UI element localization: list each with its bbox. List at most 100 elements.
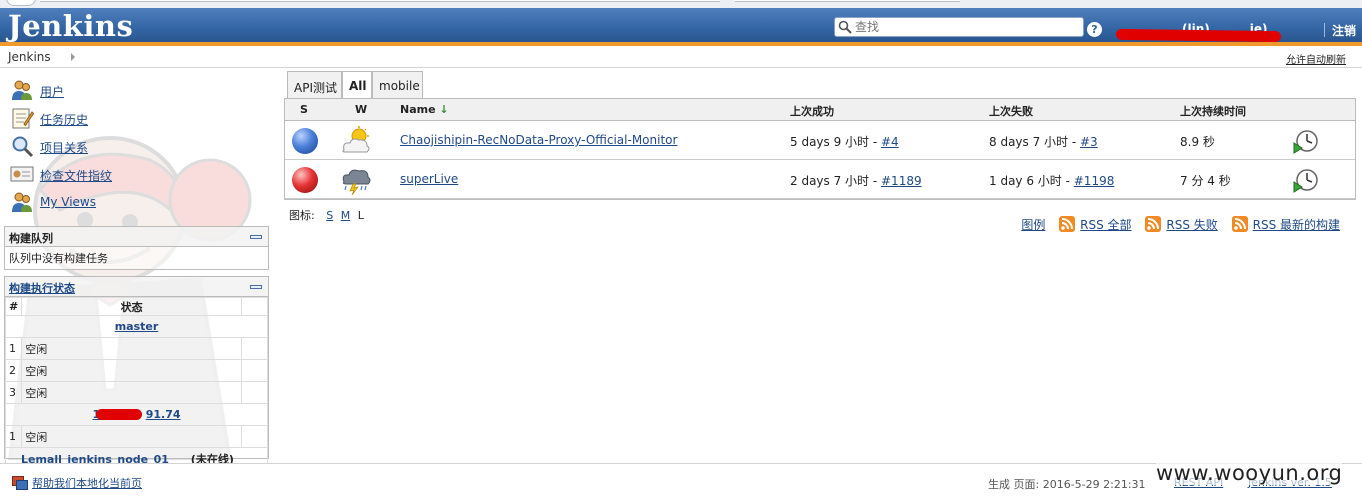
logout-link[interactable]: 注销 [1332, 22, 1356, 39]
search-icon [838, 20, 852, 34]
col-name-label: Name [400, 103, 436, 116]
col-last-success[interactable]: 上次成功 [790, 103, 834, 119]
redaction-mark [96, 409, 142, 420]
table-row: superLive 2 days 7 小时 - #1189 1 day 6 小时… [285, 160, 1355, 199]
build-link[interactable]: #3 [1080, 135, 1098, 149]
breadcrumb: Jenkins 允许自动刷新 [0, 46, 1362, 68]
sidebar-item-label[interactable]: My Views [40, 195, 96, 209]
sidebar-item-label[interactable]: 用户 [40, 83, 64, 100]
localize-link[interactable]: 帮助我们本地化当前页 [12, 475, 142, 491]
last-failure-text: 8 days 7 小时 - [989, 135, 1080, 149]
breadcrumb-arrow-icon[interactable] [71, 53, 75, 61]
sun-cloud-icon[interactable] [340, 126, 372, 156]
col-last-duration[interactable]: 上次持续时间 [1180, 103, 1246, 119]
last-duration: 8.9 秒 [1180, 135, 1215, 149]
last-success: 2 days 7 小时 - #1189 [790, 172, 922, 189]
rss-latest[interactable]: RSS 最新的构建 [1231, 216, 1340, 233]
rss-bar: 图例 RSS 全部 RSS 失败 RSS 最新的构建 [1021, 216, 1340, 233]
rss-failed[interactable]: RSS 失败 [1145, 216, 1218, 233]
sidebar-item-label[interactable]: 检查文件指纹 [40, 167, 112, 184]
search-icon [12, 136, 34, 158]
executors-title[interactable]: 构建执行状态 [9, 280, 75, 296]
executors-table: # 状态 master 1 空闲 2 空闲 3 空闲 1091.74 1 空闲 [4, 297, 268, 470]
col-status[interactable]: S [300, 103, 308, 116]
col-action [241, 297, 268, 316]
last-failure: 8 days 7 小时 - #3 [989, 133, 1098, 150]
last-success: 5 days 9 小时 - #4 [790, 133, 899, 150]
node-ip-right: 91.74 [145, 408, 181, 421]
node-master-link[interactable]: master [115, 320, 159, 333]
people-icon [12, 80, 32, 100]
storm-icon[interactable] [340, 165, 372, 195]
executors-header: 构建执行状态 [5, 277, 268, 297]
executor-num: 1 [4, 425, 23, 448]
schedule-build-clock-icon[interactable] [1293, 129, 1319, 155]
browser-search-bar[interactable] [735, 0, 960, 2]
search-input[interactable] [855, 19, 1080, 35]
redaction-mark [1115, 28, 1282, 43]
autorefresh-link[interactable]: 允许自动刷新 [1286, 51, 1346, 66]
browser-back-button[interactable] [6, 0, 36, 6]
col-weather[interactable]: W [355, 103, 367, 116]
legend-link[interactable]: 图例 [1021, 218, 1045, 232]
build-link[interactable]: #4 [881, 135, 899, 149]
notepad-icon [12, 108, 34, 129]
status-red-ball-icon[interactable] [292, 167, 318, 193]
build-queue-header: 构建队列 [5, 227, 268, 247]
rss-icon [1145, 216, 1162, 232]
jenkins-header: Jenkins ? (lin)ie) 注销 [0, 8, 1362, 46]
job-link[interactable]: Chaojishipin-RecNoData-Proxy-Official-Mo… [400, 133, 677, 147]
executor-status: 空闲 [21, 359, 242, 382]
browser-toolbar-strip [0, 0, 1362, 8]
sidebar-item-label[interactable]: 项目关系 [40, 139, 88, 156]
last-success-text: 5 days 9 小时 - [790, 135, 881, 149]
sort-arrow-icon: ↓ [439, 103, 449, 116]
breadcrumb-jenkins[interactable]: Jenkins [8, 50, 51, 64]
browser-address-bar[interactable] [40, 0, 720, 2]
help-icon[interactable]: ? [1087, 22, 1102, 37]
icon-size-l: L [357, 209, 364, 222]
last-duration: 7 分 4 秒 [1180, 174, 1231, 188]
build-queue-pane: 构建队列 队列中没有构建任务 [4, 226, 269, 270]
icon-size-s[interactable]: S [326, 209, 333, 222]
col-name[interactable]: Name ↓ [400, 103, 449, 116]
localize-icon [12, 476, 28, 490]
wooyun-watermark: www.wooyun.org [1156, 461, 1343, 485]
table-header: S W Name ↓ 上次成功 上次失败 上次持续时间 [285, 99, 1355, 121]
table-row: Chaojishipin-RecNoData-Proxy-Official-Mo… [285, 121, 1355, 160]
col-num: # [4, 297, 23, 316]
fingerprint-icon [10, 166, 34, 182]
rss-all[interactable]: RSS 全部 [1059, 216, 1132, 233]
rss-icon [1231, 216, 1248, 232]
collapse-icon[interactable] [250, 285, 262, 289]
schedule-build-clock-icon[interactable] [1293, 168, 1319, 194]
rss-latest-link[interactable]: RSS 最新的构建 [1253, 218, 1340, 232]
executor-num: 2 [4, 359, 23, 382]
executors-pane: 构建执行状态 # 状态 master 1 空闲 2 空闲 3 空闲 1091.7… [4, 276, 269, 470]
sidebar-item-label[interactable]: 任务历史 [40, 111, 88, 128]
col-status: 状态 [21, 297, 242, 316]
localize-label[interactable]: 帮助我们本地化当前页 [32, 477, 142, 490]
generated-time: 生成 页面: 2016-5-29 2:21:31 [988, 478, 1146, 491]
executor-status: 空闲 [21, 337, 242, 360]
tab-mobile[interactable]: mobile [372, 71, 423, 99]
icon-size-label: 图标: [289, 209, 315, 222]
people-icon [12, 192, 32, 212]
icon-size-m[interactable]: M [341, 209, 351, 222]
executor-status: 空闲 [21, 425, 242, 448]
col-last-failure[interactable]: 上次失败 [989, 103, 1033, 119]
build-link[interactable]: #1198 [1074, 174, 1115, 188]
rss-all-link[interactable]: RSS 全部 [1080, 218, 1131, 232]
job-link[interactable]: superLive [400, 172, 458, 186]
build-queue-empty: 队列中没有构建任务 [9, 252, 108, 265]
collapse-icon[interactable] [250, 235, 262, 239]
tab-api-test[interactable]: API测试 [287, 71, 342, 99]
status-blue-ball-icon[interactable] [292, 128, 318, 154]
build-link[interactable]: #1189 [881, 174, 922, 188]
search-box[interactable] [834, 17, 1084, 37]
rss-failed-link[interactable]: RSS 失败 [1166, 218, 1217, 232]
executor-row: 2 空闲 [4, 359, 268, 382]
tab-all[interactable]: All [342, 71, 372, 100]
jenkins-logo[interactable]: Jenkins [8, 9, 133, 43]
executor-num: 3 [4, 381, 23, 404]
